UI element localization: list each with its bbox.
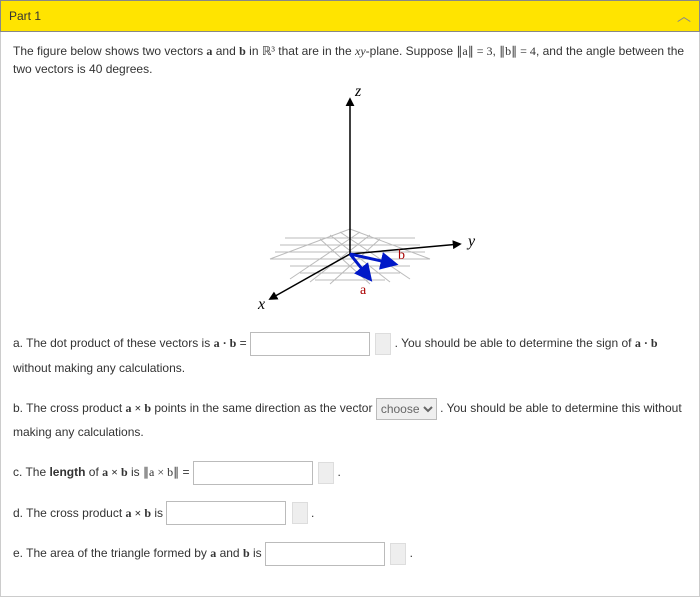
status-e [390, 543, 406, 565]
status-d [292, 502, 308, 524]
text: and [216, 546, 243, 560]
text: is [151, 506, 166, 520]
answer-e-input[interactable] [265, 542, 385, 566]
part-title: Part 1 [9, 9, 41, 23]
part-header[interactable]: Part 1 ︿ [0, 0, 700, 32]
expr-a-cross-b: a × b [126, 401, 152, 415]
status-a [375, 333, 391, 355]
b-label: b [398, 248, 405, 263]
question-e: e. The area of the triangle formed by a … [13, 541, 687, 566]
problem-statement: The figure below shows two vectors a and… [13, 42, 687, 78]
text: . [308, 506, 315, 520]
text: . [334, 465, 341, 479]
norm-b: ∥b∥ = 4 [499, 44, 536, 58]
question-c: c. The length of a × b is ∥a × b∥ = . [13, 460, 687, 485]
norm-axb: ∥a × b∥ [143, 465, 179, 479]
text: . [406, 546, 413, 560]
question-d: d. The cross product a × b is . [13, 501, 687, 526]
answer-c-input[interactable] [193, 461, 313, 485]
text: e. The area of the triangle formed by [13, 546, 210, 560]
space-r3: ℝ³ [262, 44, 275, 58]
length-word: length [49, 465, 85, 479]
text: = [236, 336, 250, 350]
angle-value: 40 degrees. [89, 62, 152, 76]
answer-a-input[interactable] [250, 332, 370, 356]
text: c. The [13, 465, 49, 479]
text: -plane. Suppose [366, 44, 457, 58]
y-label: y [466, 233, 476, 250]
text: . You should be able to determine the si… [395, 336, 635, 350]
text: a. The dot product of these vectors is [13, 336, 214, 350]
text: is [250, 546, 265, 560]
question-b: b. The cross product a × b points in the… [13, 396, 687, 444]
text: points in the same direction as the vect… [151, 401, 376, 415]
status-c [318, 462, 334, 484]
vec-b-e: b [243, 546, 250, 560]
text: without making any calculations. [13, 361, 185, 375]
answer-d-input[interactable] [166, 501, 286, 525]
answer-b-select[interactable]: choose [376, 398, 437, 420]
z-label: z [354, 84, 362, 100]
text: b. The cross product [13, 401, 126, 415]
vector-diagram: z y x a b [200, 84, 500, 314]
text: is [128, 465, 143, 479]
expr-axb-d: a × b [126, 506, 152, 520]
expr-a-dot-b: a · b [214, 336, 237, 350]
content-panel: The figure below shows two vectors a and… [0, 32, 700, 597]
xy-var: xy [355, 44, 366, 58]
expr-a-dot-b-2: a · b [635, 336, 658, 350]
expr-axb: a × b [102, 465, 128, 479]
text: of [85, 465, 102, 479]
vector-b: b [239, 44, 246, 58]
text: and [212, 44, 239, 58]
norm-a: ∥a∥ = 3 [456, 44, 492, 58]
text: = [179, 465, 193, 479]
figure: z y x a b [13, 84, 687, 317]
question-a: a. The dot product of these vectors is a… [13, 331, 687, 380]
chevron-up-icon: ︿ [677, 6, 691, 26]
text: d. The cross product [13, 506, 126, 520]
a-label: a [360, 283, 367, 298]
text: that are in the [275, 44, 355, 58]
text: The figure below shows two vectors [13, 44, 206, 58]
text: in [246, 44, 262, 58]
x-label: x [257, 296, 265, 313]
